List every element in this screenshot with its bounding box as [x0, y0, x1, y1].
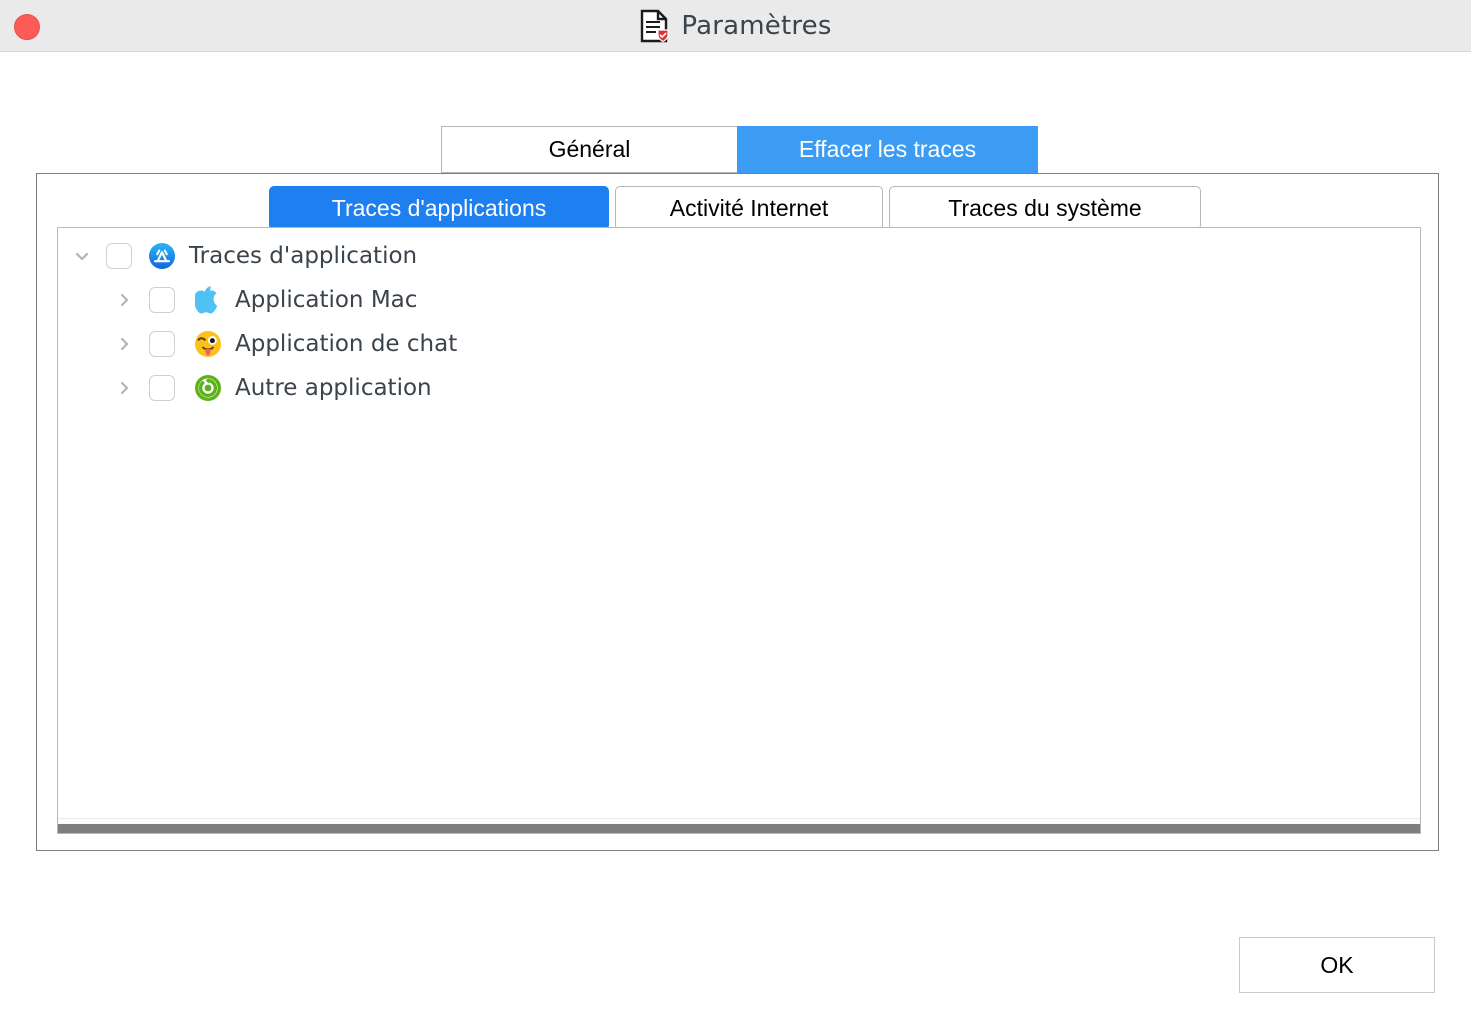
app-store-icon	[147, 241, 177, 271]
tree-row-label: Autre application	[235, 375, 432, 401]
tree-row-checkbox[interactable]	[149, 375, 175, 401]
trace-category-tab-bar: Traces d'applications Activité Internet …	[269, 186, 1201, 230]
chevron-right-icon[interactable]	[111, 331, 137, 357]
tree-row-label: Application Mac	[235, 287, 418, 313]
tab-traces-dapplications[interactable]: Traces d'applications	[269, 186, 609, 230]
tab-traces-du-systeme[interactable]: Traces du système	[889, 186, 1201, 230]
winking-tongue-emoji-icon	[193, 329, 223, 359]
main-tab-bar: Général Effacer les traces	[441, 126, 1038, 173]
tree-row-checkbox[interactable]	[149, 287, 175, 313]
tab-general[interactable]: Général	[441, 126, 737, 173]
tree-row[interactable]: Traces d'application	[58, 234, 1420, 278]
traces-tree-list: Traces d'application Application Mac App…	[58, 228, 1420, 818]
chevron-right-icon[interactable]	[111, 375, 137, 401]
apple-logo-icon	[193, 285, 223, 315]
window-title: Paramètres	[681, 11, 832, 41]
tree-row[interactable]: Application Mac	[58, 278, 1420, 322]
ok-button[interactable]: OK	[1239, 937, 1435, 993]
tree-row[interactable]: Application de chat	[58, 322, 1420, 366]
document-shield-icon	[639, 9, 669, 43]
window-titlebar: Paramètres	[0, 0, 1471, 52]
tree-row-label: Traces d'application	[189, 243, 418, 269]
tab-effacer-les-traces[interactable]: Effacer les traces	[737, 126, 1038, 173]
tab-activite-internet[interactable]: Activité Internet	[615, 186, 883, 230]
chevron-down-icon[interactable]	[69, 243, 95, 269]
window-title-group: Paramètres	[0, 0, 1471, 52]
tree-row-checkbox[interactable]	[149, 331, 175, 357]
chevron-right-icon[interactable]	[111, 287, 137, 313]
tree-row-label: Application de chat	[235, 331, 458, 357]
horizontal-scrollbar-track[interactable]	[58, 818, 1420, 833]
tree-row[interactable]: Autre application	[58, 366, 1420, 410]
tree-row-checkbox[interactable]	[106, 243, 132, 269]
green-recycle-icon	[193, 373, 223, 403]
traces-tree-panel: Traces d'application Application Mac App…	[57, 227, 1421, 834]
horizontal-scrollbar-thumb[interactable]	[58, 824, 1420, 833]
